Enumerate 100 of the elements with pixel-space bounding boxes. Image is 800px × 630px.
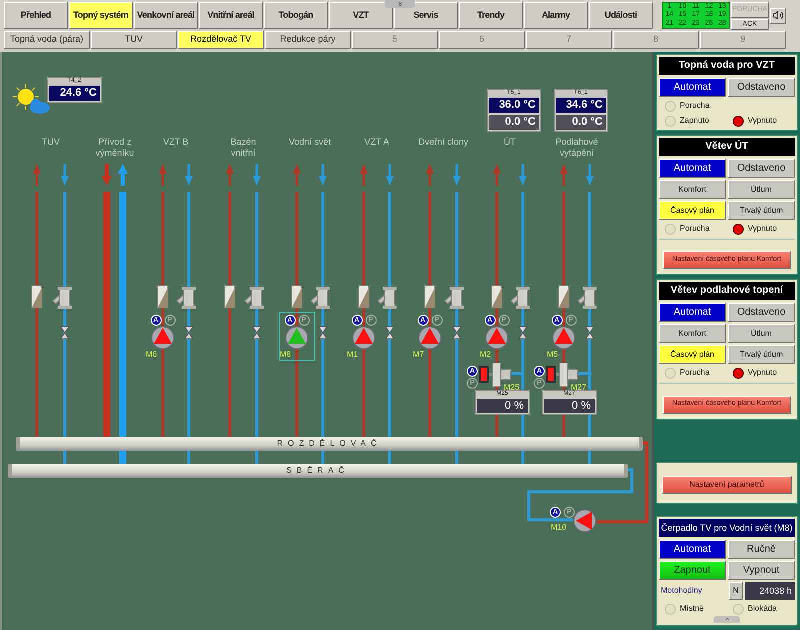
up-arrow-icon [293, 164, 301, 186]
pump-label: M7 [413, 350, 424, 359]
temperature-display: 34.6 °C [556, 98, 606, 113]
speaker-icon[interactable] [770, 8, 786, 24]
mode-button[interactable]: Odstaveno [728, 159, 795, 178]
strainer-icon [444, 287, 464, 309]
nav-tab[interactable]: Tobogán [264, 2, 328, 29]
pump-icon[interactable] [573, 509, 597, 533]
hours-label: Motohodiny [660, 585, 704, 597]
down-arrow-icon [519, 164, 527, 186]
mode-button[interactable]: Trvalý útlum [728, 345, 795, 364]
sub-tab[interactable]: TUV [91, 31, 177, 49]
valve-icon[interactable] [60, 326, 70, 340]
mode-button[interactable]: Odstaveno [728, 303, 795, 322]
valve-icon[interactable] [318, 326, 328, 340]
pump-label: M6 [146, 350, 158, 359]
mode-button[interactable]: Komfort [659, 180, 726, 199]
mode-button[interactable]: Ručně [728, 540, 795, 559]
pump-icon[interactable] [552, 326, 576, 350]
mode-button[interactable]: Odstaveno [728, 78, 795, 97]
pump-label: M2 [480, 350, 492, 359]
nav-tab[interactable]: Události [589, 2, 653, 29]
lamp-label: Vypnuto [748, 115, 778, 127]
damper-icon[interactable] [358, 286, 370, 308]
up-arrow-icon [159, 164, 167, 186]
mode-button[interactable]: Zapnout [659, 561, 726, 580]
down-arrow-icon [386, 164, 394, 186]
damper-icon[interactable] [492, 286, 502, 308]
pump-icon[interactable] [285, 326, 309, 350]
sub-tab[interactable]: Rozdělovač TV [178, 31, 264, 49]
lamp-label: Porucha [680, 100, 710, 112]
down-arrow-icon [185, 164, 193, 186]
valve-icon[interactable] [385, 326, 395, 340]
mode-button[interactable]: Útlum [728, 180, 795, 199]
valve-position-display: 0 % [544, 399, 595, 413]
mode-button[interactable]: Časový plán [659, 345, 726, 364]
settings-button[interactable]: Nastavení parametrů [662, 476, 792, 494]
damper-icon[interactable] [292, 286, 302, 308]
branch-label: Podlahové vytápění [556, 137, 598, 159]
valve-icon[interactable] [452, 326, 462, 340]
mode-button[interactable]: Automat [659, 303, 726, 322]
pump-icon[interactable] [352, 326, 376, 350]
nav-tab[interactable]: Venkovní areál [134, 2, 198, 29]
sub-tab[interactable]: Topná voda (pára) [4, 31, 90, 49]
collector-pipe: SBĚRAČ [8, 464, 628, 478]
nav-tab[interactable]: Alarmy [524, 2, 588, 29]
down-arrow-icon [453, 164, 461, 186]
mode-button[interactable]: Komfort [659, 324, 726, 344]
damper-icon[interactable] [158, 286, 168, 308]
panel-title: Větev ÚT [659, 138, 795, 156]
nav-tab[interactable]: Přehled [4, 2, 68, 29]
valve-icon[interactable] [252, 326, 262, 340]
nav-tab[interactable]: Topný systém [69, 2, 133, 29]
panel-title: Topná voda pro VZT [659, 57, 795, 75]
mode-button[interactable]: Automat [659, 540, 726, 559]
up-arrow-icon [360, 164, 368, 186]
mode-button[interactable]: Útlum [728, 324, 795, 344]
up-arrow-icon [426, 164, 434, 186]
reset-button[interactable]: N [729, 582, 743, 600]
damper-icon[interactable] [558, 286, 570, 308]
mode-button[interactable]: Trvalý útlum [728, 201, 795, 220]
up-arrow-icon [33, 164, 41, 186]
pump-icon[interactable] [485, 326, 509, 350]
strainer-icon [52, 287, 72, 309]
pump-icon[interactable] [418, 326, 442, 350]
sub-tab[interactable]: Redukce páry [265, 31, 351, 49]
branch-label: ÚT [504, 137, 516, 148]
valve-icon[interactable] [585, 326, 595, 340]
valve-icon[interactable] [518, 326, 528, 340]
nav-tab[interactable]: Trendy [459, 2, 523, 29]
lamp-label: Blokáda [748, 603, 777, 615]
mode-button[interactable]: Vypnout [728, 561, 795, 580]
lamp-label: Vypnuto [748, 223, 778, 235]
down-arrow-icon [319, 164, 327, 186]
strainer-icon [244, 287, 264, 309]
pump-icon[interactable] [151, 326, 175, 350]
branch-label: Vodní svět [288, 137, 332, 148]
mode-button[interactable]: Automat [659, 78, 726, 97]
pump-label: M5 [547, 350, 558, 359]
lamp-label: Porucha [680, 223, 710, 235]
valve-icon[interactable] [184, 326, 194, 340]
nav-tab[interactable]: Vnitřní areál [199, 2, 263, 29]
panel-title: Čerpadlo TV pro Vodní svět (M8) [659, 519, 795, 537]
damper-icon[interactable] [224, 286, 236, 308]
damper-icon[interactable] [32, 286, 42, 308]
pump-label: M10 [551, 523, 567, 532]
panel-title: Větev podlahové topení [659, 282, 795, 300]
up-arrow-icon [118, 164, 128, 186]
pump-label: M8 [280, 350, 292, 359]
chevron-up-icon[interactable] [714, 616, 740, 623]
lamp-label: Zapnuto [680, 115, 710, 127]
nav-tab[interactable]: Servis [394, 2, 458, 29]
nav-tab[interactable]: VZT [329, 2, 393, 29]
up-arrow-icon [226, 164, 234, 186]
mode-button[interactable]: Automat [659, 159, 726, 178]
damper-icon[interactable] [424, 286, 436, 308]
sun-cloud-icon [12, 84, 52, 116]
temperature-display: 24.6 °C [49, 86, 100, 101]
chevron-down-icon[interactable] [385, 0, 415, 8]
mode-button[interactable]: Časový plán [659, 201, 726, 220]
